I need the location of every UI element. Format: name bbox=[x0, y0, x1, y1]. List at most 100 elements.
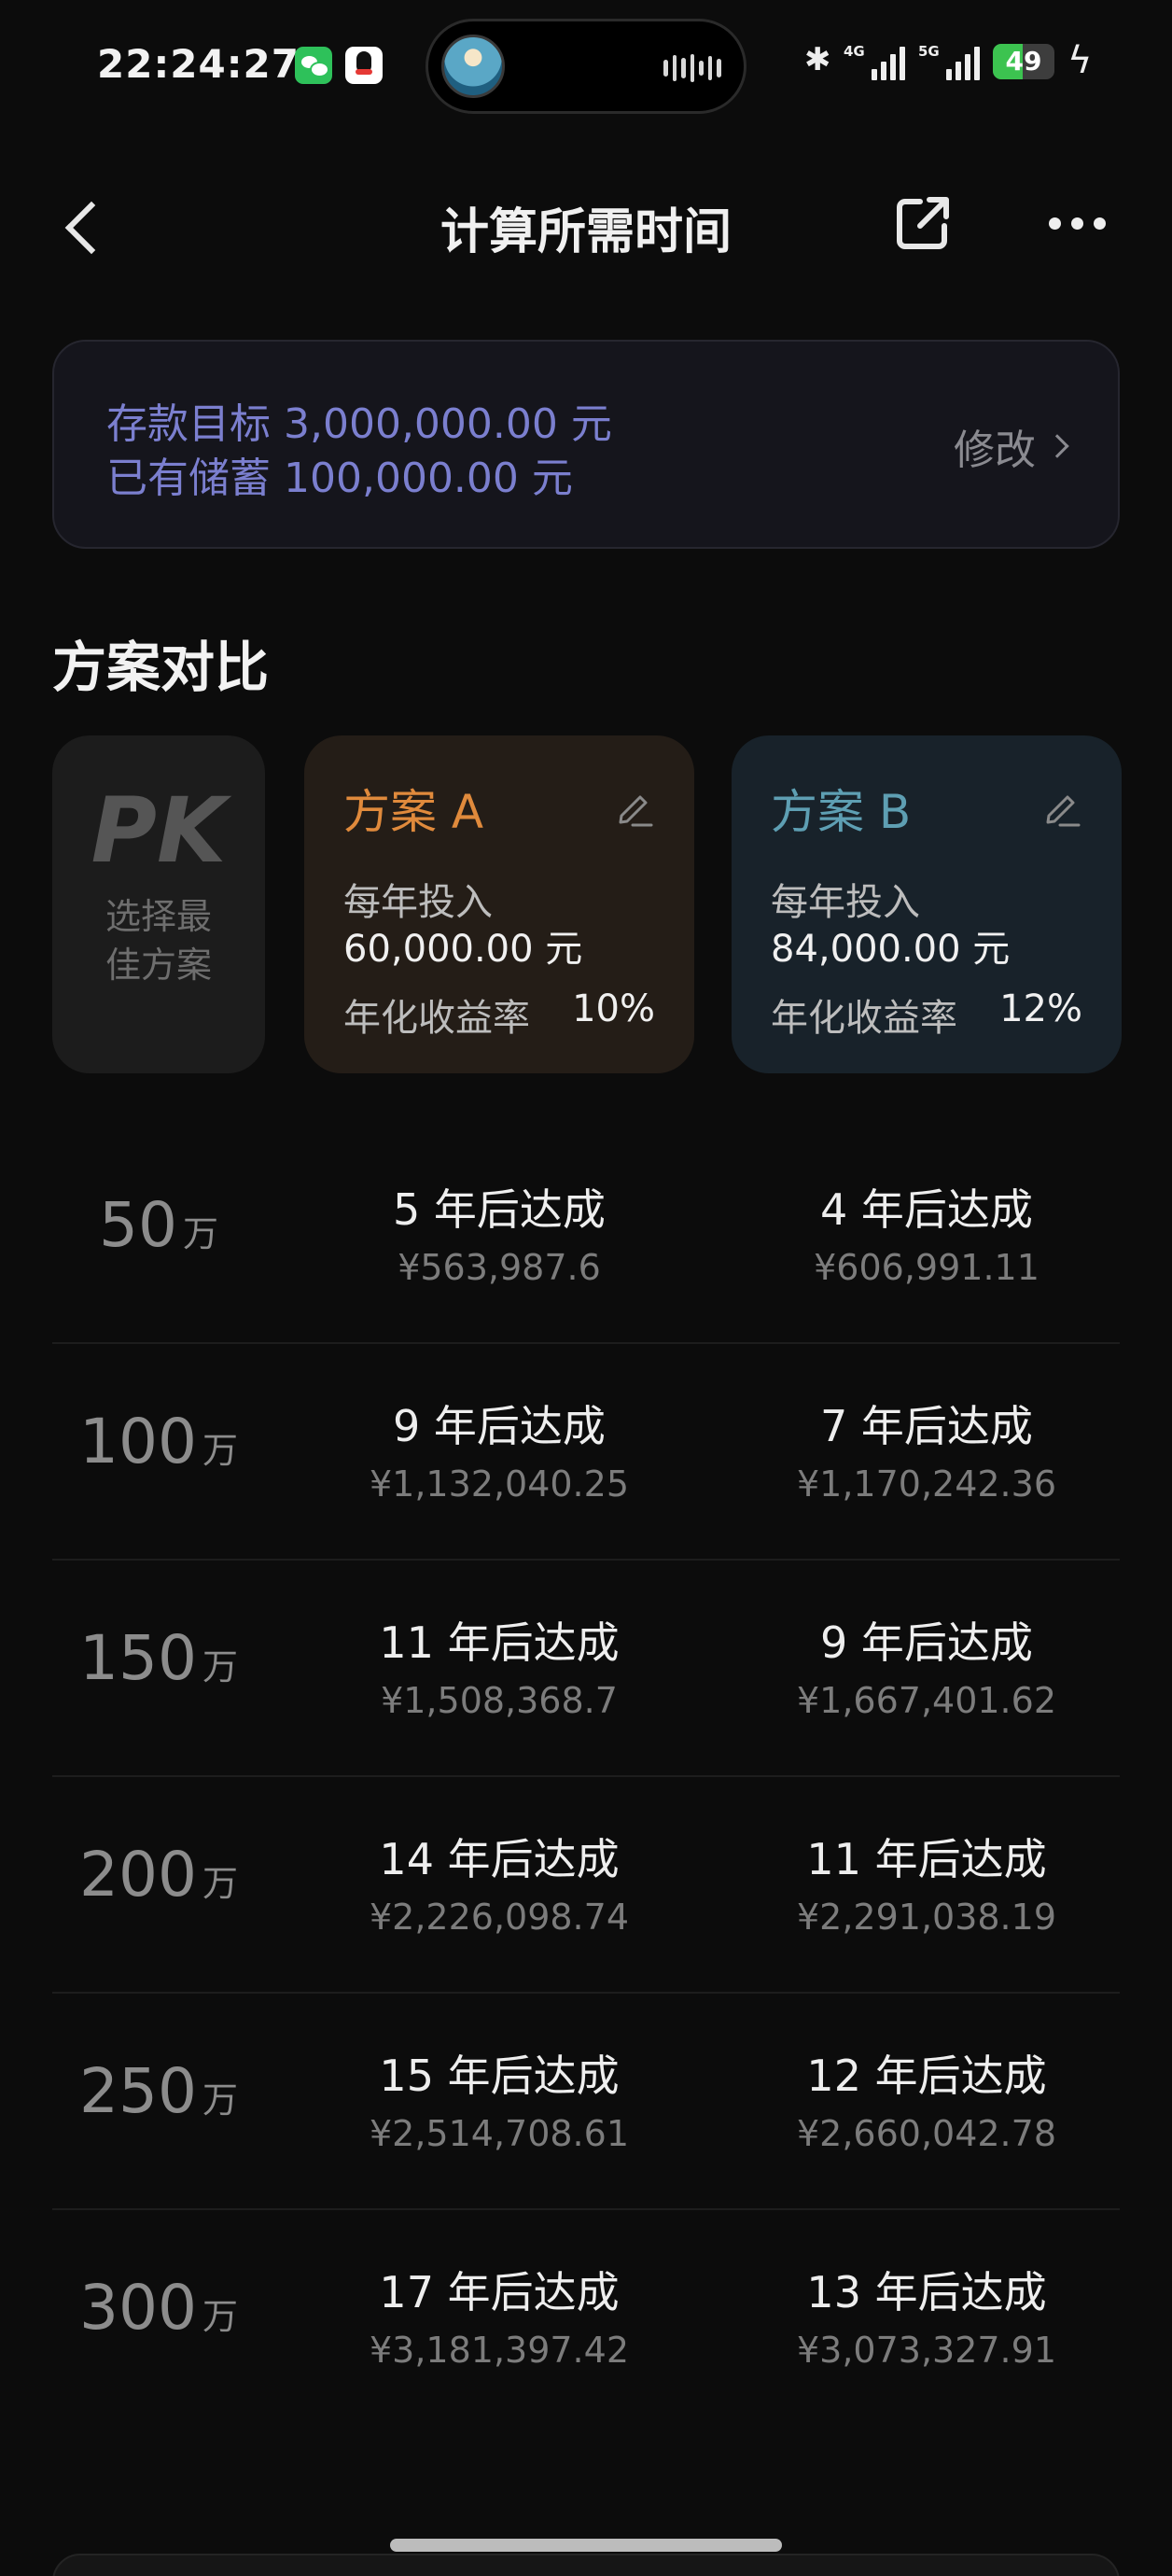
pk-subtitle: 选择最佳方案 bbox=[105, 896, 212, 986]
result-row: 250 万 15 年后达成 ¥2,514,708.61 12 年后达成 ¥2,660,… bbox=[52, 1994, 1120, 2210]
plan-a-card[interactable]: 方案 A 每年投入 60,000.00 元 年化收益率 10% bbox=[304, 735, 694, 1073]
plan-b-amount: ¥1,667,401.62 bbox=[796, 1680, 1056, 1721]
battery-icon: 49 bbox=[993, 44, 1054, 79]
row-goal-value: 300 bbox=[79, 2272, 197, 2344]
plan-a-amount: ¥2,226,098.74 bbox=[369, 1897, 629, 1938]
plan-a-amount: ¥3,181,397.42 bbox=[369, 2330, 629, 2371]
plan-b-amount: ¥606,991.11 bbox=[814, 1247, 1039, 1288]
signal-4g-label: 4G bbox=[844, 43, 865, 60]
row-goal-value: 250 bbox=[79, 2055, 197, 2127]
row-goal-unit: 万 bbox=[202, 1646, 238, 1687]
page-title: 计算所需时间 bbox=[440, 204, 732, 260]
result-row: 150 万 11 年后达成 ¥1,508,368.7 9 年后达成 ¥1,667,40… bbox=[52, 1561, 1120, 1777]
plan-b-name: 方案 B bbox=[771, 785, 912, 839]
plan-b-amount: ¥1,170,242.36 bbox=[796, 1463, 1056, 1505]
signal-4g-icon: 4G bbox=[844, 43, 905, 80]
row-goal-unit: 万 bbox=[202, 1863, 238, 1904]
row-goal: 150 万 bbox=[52, 1622, 265, 1694]
plan-b-years: 7 年后达成 bbox=[820, 1401, 1033, 1451]
plan-a-result: 11 年后达成 ¥1,508,368.7 bbox=[304, 1609, 694, 1721]
section-title: 方案对比 bbox=[52, 636, 270, 699]
plan-b-result: 13 年后达成 ¥3,073,327.91 bbox=[732, 2259, 1122, 2371]
plan-a-rate: 10% bbox=[572, 987, 655, 1030]
plan-b-years: 13 年后达成 bbox=[806, 2267, 1047, 2317]
wechat-icon bbox=[295, 47, 332, 84]
plan-b-rate: 12% bbox=[999, 987, 1082, 1030]
home-indicator[interactable] bbox=[390, 2539, 782, 2552]
comparison-results: 50 万 5 年后达成 ¥563,987.6 4 年后达成 ¥606,991.11 1… bbox=[52, 1127, 1120, 2427]
music-album-icon bbox=[441, 35, 505, 98]
result-row: 50 万 5 年后达成 ¥563,987.6 4 年后达成 ¥606,991.11 bbox=[52, 1127, 1120, 1344]
pk-logo: PK bbox=[91, 778, 227, 883]
edit-plan-a-button[interactable] bbox=[614, 788, 655, 829]
pencil-icon bbox=[619, 795, 653, 827]
plan-a-amount: ¥1,508,368.7 bbox=[381, 1680, 618, 1721]
plan-a-result: 14 年后达成 ¥2,226,098.74 bbox=[304, 1826, 694, 1938]
row-goal-unit: 万 bbox=[202, 1430, 238, 1471]
more-options-button[interactable] bbox=[1049, 200, 1114, 246]
plan-a-years: 14 年后达成 bbox=[379, 1834, 620, 1884]
nav-bar: 计算所需时间 bbox=[0, 168, 1172, 280]
qq-icon bbox=[345, 47, 383, 84]
status-clock: 22:24:27 bbox=[97, 41, 300, 87]
modify-button[interactable]: 修改 bbox=[954, 416, 1069, 476]
plan-a-annual-amount: 60,000.00 元 bbox=[343, 928, 583, 971]
plan-a-result: 9 年后达成 ¥1,132,040.25 bbox=[304, 1393, 694, 1505]
plan-b-amount: ¥2,660,042.78 bbox=[796, 2113, 1056, 2154]
row-goal: 300 万 bbox=[52, 2272, 265, 2344]
modify-label: 修改 bbox=[954, 427, 1036, 474]
edit-plan-b-button[interactable] bbox=[1041, 788, 1082, 829]
dynamic-island[interactable] bbox=[426, 19, 746, 114]
app-screen: 22:24:27 4G 5G 49 bbox=[0, 0, 1172, 2576]
plan-a-years: 11 年后达成 bbox=[379, 1617, 620, 1668]
plan-b-result: 9 年后达成 ¥1,667,401.62 bbox=[732, 1609, 1122, 1721]
plan-b-result: 11 年后达成 ¥2,291,038.19 bbox=[732, 1826, 1122, 1938]
plan-a-amount: ¥563,987.6 bbox=[398, 1247, 601, 1288]
plan-a-result: 5 年后达成 ¥563,987.6 bbox=[304, 1176, 694, 1288]
share-button[interactable] bbox=[892, 192, 954, 254]
plan-a-rate-label: 年化收益率 bbox=[343, 997, 530, 1040]
signal-5g-label: 5G bbox=[918, 43, 940, 60]
plan-b-years: 4 年后达成 bbox=[820, 1184, 1033, 1235]
plan-b-result: 7 年后达成 ¥1,170,242.36 bbox=[732, 1393, 1122, 1505]
row-goal-unit: 万 bbox=[182, 1213, 218, 1254]
plan-b-result: 4 年后达成 ¥606,991.11 bbox=[732, 1176, 1122, 1288]
signal-5g-icon: 5G bbox=[918, 43, 980, 80]
plan-a-name: 方案 A bbox=[343, 785, 484, 839]
plan-a-amount: ¥1,132,040.25 bbox=[369, 1463, 629, 1505]
plan-b-amount: ¥2,291,038.19 bbox=[796, 1897, 1056, 1938]
plan-b-years: 12 年后达成 bbox=[806, 2051, 1047, 2101]
status-indicators: 4G 5G 49 bbox=[804, 39, 1092, 82]
plan-a-years: 9 年后达成 bbox=[393, 1401, 606, 1451]
plan-a-result: 15 年后达成 ¥2,514,708.61 bbox=[304, 2042, 694, 2154]
savings-target: 存款目标 3,000,000.00 元 bbox=[106, 400, 612, 448]
bluetooth-icon bbox=[804, 41, 831, 80]
plan-a-amount: ¥2,514,708.61 bbox=[369, 2113, 629, 2154]
row-goal-value: 100 bbox=[79, 1406, 197, 1477]
result-row: 200 万 14 年后达成 ¥2,226,098.74 11 年后达成 ¥2,291,… bbox=[52, 1777, 1120, 1994]
result-row: 300 万 17 年后达成 ¥3,181,397.42 13 年后达成 ¥3,073,… bbox=[52, 2210, 1120, 2427]
plan-b-rate-label: 年化收益率 bbox=[771, 997, 957, 1040]
pk-card[interactable]: PK 选择最佳方案 bbox=[52, 735, 265, 1073]
existing-savings: 已有储蓄 100,000.00 元 bbox=[106, 455, 573, 502]
plan-b-years: 9 年后达成 bbox=[820, 1617, 1033, 1668]
row-goal-unit: 万 bbox=[202, 2079, 238, 2121]
pencil-icon bbox=[1046, 795, 1081, 827]
plan-a-years: 17 年后达成 bbox=[379, 2267, 620, 2317]
row-goal: 50 万 bbox=[52, 1189, 265, 1261]
bottom-panel bbox=[52, 2554, 1120, 2576]
row-goal-value: 150 bbox=[79, 1622, 197, 1694]
savings-goal-card: 存款目标 3,000,000.00 元 已有储蓄 100,000.00 元 修改 bbox=[52, 340, 1120, 549]
row-goal: 250 万 bbox=[52, 2055, 265, 2127]
status-bar: 22:24:27 4G 5G 49 bbox=[0, 0, 1172, 131]
plan-b-card[interactable]: 方案 B 每年投入 84,000.00 元 年化收益率 12% bbox=[732, 735, 1122, 1073]
plan-a-years: 5 年后达成 bbox=[393, 1184, 606, 1235]
plan-b-amount: ¥3,073,327.91 bbox=[796, 2330, 1056, 2371]
row-goal-value: 50 bbox=[99, 1189, 177, 1261]
plan-b-annual-amount: 84,000.00 元 bbox=[771, 928, 1011, 971]
row-goal: 100 万 bbox=[52, 1406, 265, 1477]
row-goal-value: 200 bbox=[79, 1839, 197, 1911]
plan-a-years: 15 年后达成 bbox=[379, 2051, 620, 2101]
battery-level: 49 bbox=[1005, 46, 1042, 77]
row-goal-unit: 万 bbox=[202, 2296, 238, 2337]
